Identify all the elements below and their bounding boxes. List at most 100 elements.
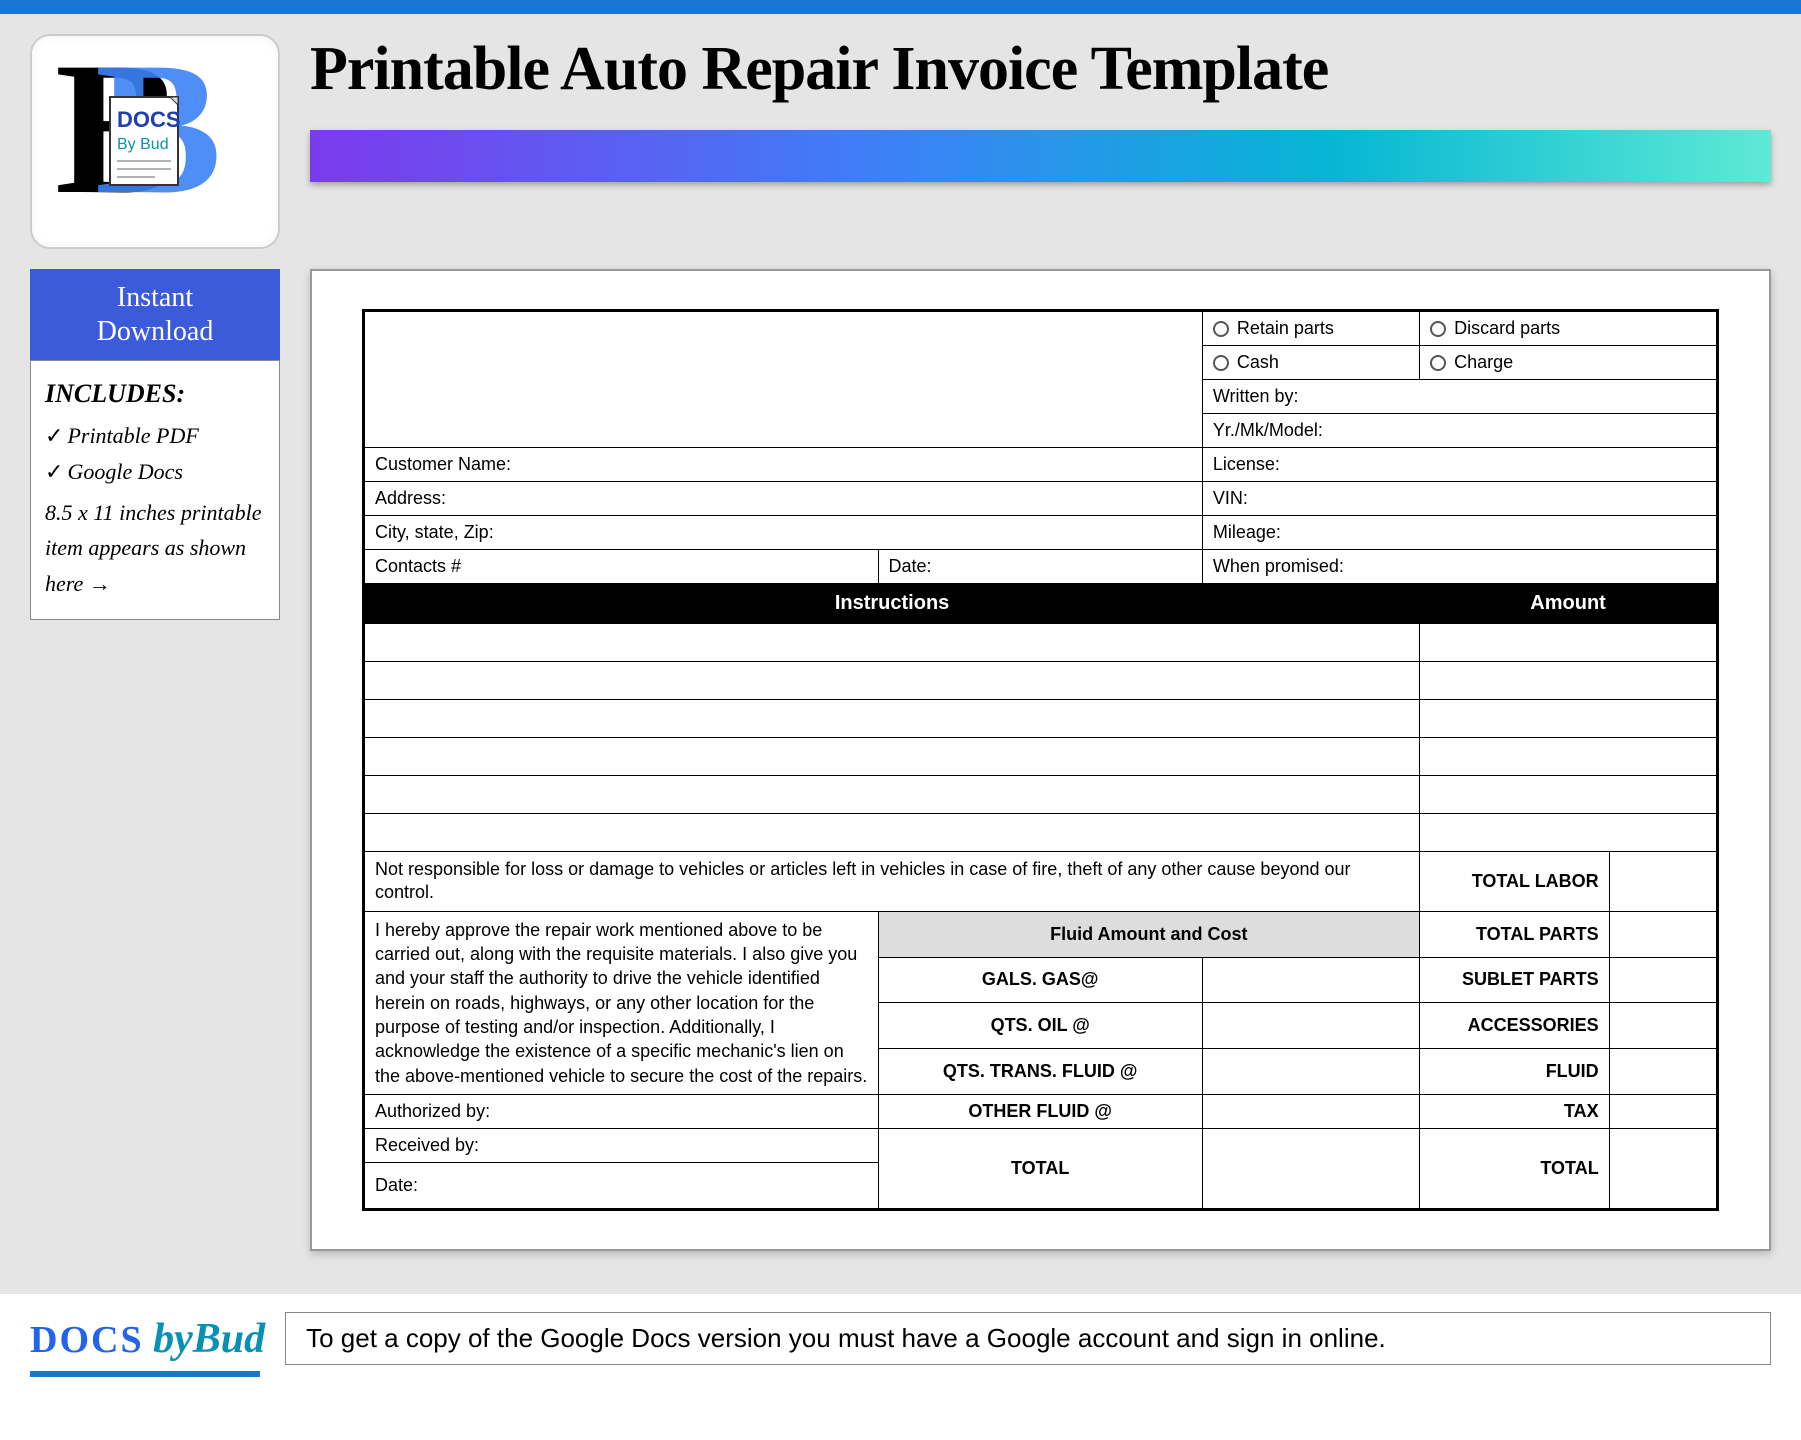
other-fluid-cell: OTHER FLUID @ <box>878 1094 1202 1128</box>
vin-cell: VIN: <box>1202 482 1717 516</box>
fluid-header: Fluid Amount and Cost <box>878 911 1420 957</box>
yr-mk-model-cell: Yr./Mk/Model: <box>1202 414 1717 448</box>
invoice-preview-panel: Retain parts Discard parts Cash Charge W… <box>310 269 1771 1251</box>
title-area: Printable Auto Repair Invoice Template <box>310 34 1771 249</box>
city-state-zip-cell: City, state, Zip: <box>364 516 1203 550</box>
authorized-by-cell: Authorized by: <box>364 1094 879 1128</box>
qts-trans-cell: QTS. TRANS. FLUID @ <box>878 1049 1202 1095</box>
include-label: Google Docs <box>67 459 182 484</box>
instruction-line <box>364 700 1420 738</box>
approval-text-cell: I hereby approve the repair work mention… <box>364 911 879 1094</box>
logo-box: B B DOCS By Bud <box>30 34 280 249</box>
fluid-value <box>1609 1049 1717 1095</box>
content-row: Instant Download INCLUDES: ✓Printable PD… <box>30 269 1771 1251</box>
instant-download-badge: Instant Download <box>30 269 280 360</box>
footer-docs-text: DOCS <box>30 1319 144 1361</box>
cash-label: Cash <box>1237 352 1279 372</box>
svg-text:DOCS: DOCS <box>117 107 181 132</box>
tax-label: TAX <box>1420 1094 1610 1128</box>
footer-underline <box>30 1371 260 1377</box>
amount-header: Amount <box>1420 584 1718 624</box>
contacts-cell: Contacts # <box>364 550 879 584</box>
instruction-line <box>364 662 1420 700</box>
date-cell: Date: <box>878 550 1202 584</box>
instructions-header: Instructions <box>364 584 1420 624</box>
check-icon: ✓ <box>45 459 63 484</box>
top-accent-bar <box>0 0 1801 14</box>
radio-icon <box>1430 355 1446 371</box>
accessories-label: ACCESSORIES <box>1420 1003 1610 1049</box>
disclaimer-cell: Not responsible for loss or damage to ve… <box>364 852 1420 912</box>
page-container: B B DOCS By Bud Printable Auto Repair In… <box>0 14 1801 1294</box>
total-labor-value <box>1609 852 1717 912</box>
received-by-cell: Received by: <box>364 1128 879 1162</box>
blank-header-cell <box>364 311 1203 380</box>
sidebar: Instant Download INCLUDES: ✓Printable PD… <box>30 269 280 1251</box>
grand-total-value <box>1609 1128 1717 1209</box>
footer-note: To get a copy of the Google Docs version… <box>285 1312 1771 1365</box>
radio-icon <box>1430 321 1446 337</box>
include-label: Printable PDF <box>67 423 198 448</box>
charge-label: Charge <box>1454 352 1513 372</box>
customer-name-cell: Customer Name: <box>364 448 1203 482</box>
sublet-parts-label: SUBLET PARTS <box>1420 957 1610 1003</box>
other-fluid-value <box>1202 1094 1419 1128</box>
amount-line <box>1420 814 1718 852</box>
include-item-pdf: ✓Printable PDF <box>45 423 265 449</box>
footer-bybud-text: byBud <box>153 1316 265 1362</box>
radio-icon <box>1213 355 1229 371</box>
badge-line-2: Download <box>40 315 270 349</box>
total-parts-value <box>1609 911 1717 957</box>
check-icon: ✓ <box>45 423 63 448</box>
svg-text:By Bud: By Bud <box>117 136 169 153</box>
grand-total-label: TOTAL <box>1420 1128 1610 1209</box>
instruction-line <box>364 738 1420 776</box>
date2-cell: Date: <box>364 1162 879 1209</box>
gals-gas-value <box>1202 957 1419 1003</box>
accessories-value <box>1609 1003 1717 1049</box>
mileage-cell: Mileage: <box>1202 516 1717 550</box>
amount-line <box>1420 776 1718 814</box>
blank-cell <box>364 380 1203 448</box>
discard-parts-label: Discard parts <box>1454 318 1560 338</box>
discard-parts-cell: Discard parts <box>1420 311 1718 346</box>
qts-oil-value <box>1202 1003 1419 1049</box>
qts-oil-cell: QTS. OIL @ <box>878 1003 1202 1049</box>
footer-row: DOCS byBud To get a copy of the Google D… <box>0 1294 1801 1375</box>
invoice-table: Retain parts Discard parts Cash Charge W… <box>362 309 1719 1211</box>
amount-line <box>1420 662 1718 700</box>
cash-cell: Cash <box>1202 346 1419 380</box>
written-by-cell: Written by: <box>1202 380 1717 414</box>
amount-line <box>1420 700 1718 738</box>
radio-icon <box>1213 321 1229 337</box>
includes-box: INCLUDES: ✓Printable PDF ✓Google Docs 8.… <box>30 360 280 620</box>
amount-line <box>1420 738 1718 776</box>
amount-line <box>1420 624 1718 662</box>
instruction-line <box>364 624 1420 662</box>
page-title: Printable Auto Repair Invoice Template <box>310 34 1771 105</box>
sublet-parts-value <box>1609 957 1717 1003</box>
instruction-line <box>364 776 1420 814</box>
size-note: 8.5 x 11 inches printable item appears a… <box>45 495 265 601</box>
badge-line-1: Instant <box>40 281 270 315</box>
retain-parts-label: Retain parts <box>1237 318 1334 338</box>
instruction-line <box>364 814 1420 852</box>
total-parts-label: TOTAL PARTS <box>1420 911 1610 957</box>
gradient-accent-bar <box>310 130 1771 182</box>
docs-by-bud-logo: B B DOCS By Bud <box>45 47 265 237</box>
address-cell: Address: <box>364 482 1203 516</box>
header-row: B B DOCS By Bud Printable Auto Repair In… <box>30 34 1771 249</box>
gals-gas-cell: GALS. GAS@ <box>878 957 1202 1003</box>
when-promised-cell: When promised: <box>1202 550 1717 584</box>
includes-title: INCLUDES: <box>45 379 265 409</box>
total-labor-label: TOTAL LABOR <box>1420 852 1610 912</box>
fluid-total-cell: TOTAL <box>878 1128 1202 1209</box>
license-cell: License: <box>1202 448 1717 482</box>
include-item-gdocs: ✓Google Docs <box>45 459 265 485</box>
tax-value <box>1609 1094 1717 1128</box>
footer-logo: DOCS byBud <box>30 1315 265 1363</box>
qts-trans-value <box>1202 1049 1419 1095</box>
fluid-label: FLUID <box>1420 1049 1610 1095</box>
retain-parts-cell: Retain parts <box>1202 311 1419 346</box>
charge-cell: Charge <box>1420 346 1718 380</box>
